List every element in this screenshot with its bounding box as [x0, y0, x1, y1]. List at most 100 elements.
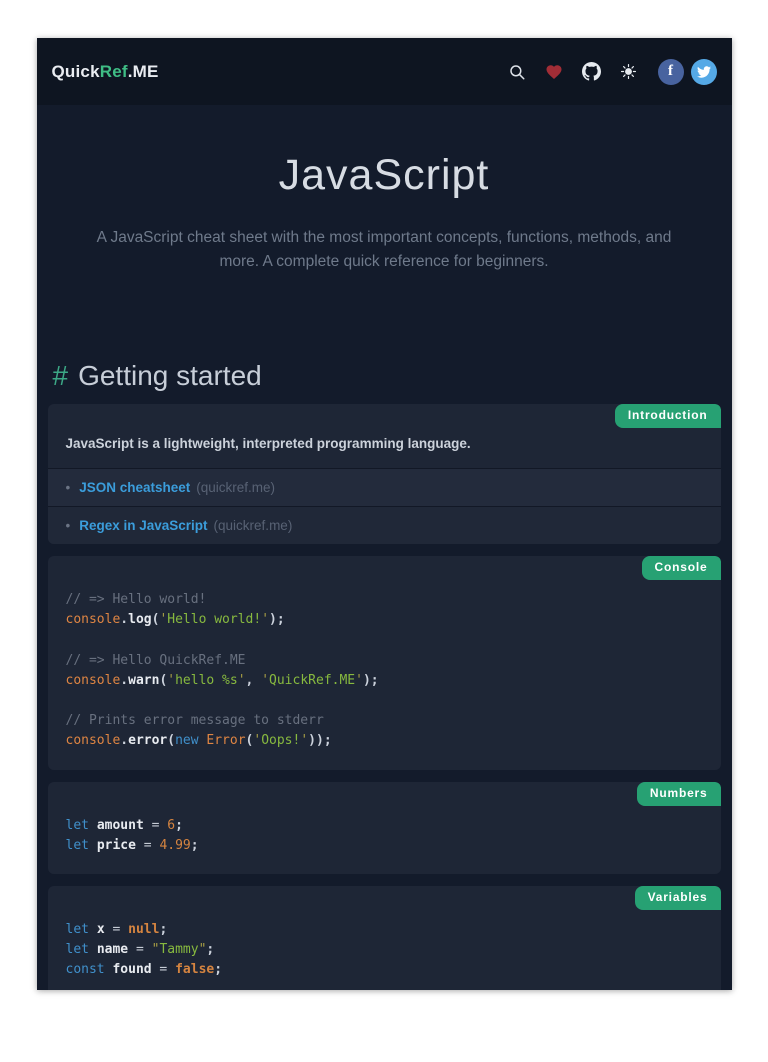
code-line — [66, 630, 703, 650]
nav-icon-group: f — [508, 59, 717, 85]
code-line: console.error(new Error('Oops!')); — [66, 731, 703, 751]
code-comment: // => Hello world! — [66, 592, 207, 607]
code-punctuation: )); — [308, 733, 331, 748]
code-block: let amount = 6;let price = 4.99; — [48, 782, 721, 874]
code-function: console — [66, 673, 121, 688]
quickref-page: QuickRef.ME — [37, 38, 732, 990]
code-line: let name = "Tammy"; — [66, 940, 703, 960]
code-number: 6 — [167, 818, 175, 833]
code-method: error — [128, 733, 167, 748]
code-operator: = — [144, 818, 167, 833]
code-quote: ' — [238, 673, 246, 688]
code-comment: // => Hello QuickRef.ME — [66, 653, 246, 668]
code-keyword: new — [175, 733, 198, 748]
code-keyword: const — [66, 962, 105, 977]
code-text — [89, 818, 97, 833]
code-function: console — [66, 733, 121, 748]
section-title-text: Getting started — [78, 360, 262, 391]
bullet-icon: • — [66, 518, 71, 533]
logo-part-ref: Ref — [100, 62, 128, 81]
code-line: let price = 4.99; — [66, 836, 703, 856]
code-line: // Prints error message to stderr — [66, 711, 703, 731]
code-block: // => Hello world! console.log('Hello wor… — [48, 556, 721, 770]
bullet-icon: • — [66, 480, 71, 495]
code-text — [89, 922, 97, 937]
card-variables: Variableslet x = null;let name = "Tammy"… — [48, 886, 721, 990]
code-string: QuickRef.ME — [269, 673, 355, 688]
brightness-icon[interactable] — [620, 63, 637, 80]
code-string: Tammy — [159, 942, 198, 957]
related-link-row[interactable]: • JSON cheatsheet (quickref.me) — [48, 468, 721, 506]
twitter-icon[interactable] — [691, 59, 717, 85]
code-text — [89, 838, 97, 853]
code-line: // => Hello world! — [66, 590, 703, 610]
code-operator: = — [136, 838, 159, 853]
code-operator: = — [128, 942, 151, 957]
hash-mark: # — [53, 360, 69, 391]
search-icon[interactable] — [508, 63, 526, 81]
code-keyword: let — [66, 818, 89, 833]
code-quote: ' — [261, 612, 269, 627]
related-link[interactable]: Regex in JavaScript — [79, 518, 207, 533]
code-string: hello %s — [175, 673, 238, 688]
code-block: let x = null;let name = "Tammy";const fo… — [48, 886, 721, 990]
code-punctuation: ); — [363, 673, 379, 688]
card-badge[interactable]: Numbers — [637, 782, 721, 806]
hero-section: JavaScript A JavaScript cheat sheet with… — [37, 105, 732, 360]
logo-part-me: .ME — [128, 62, 159, 81]
code-punctuation: ; — [214, 962, 222, 977]
code-punctuation: ; — [191, 838, 199, 853]
code-punctuation: ; — [206, 942, 214, 957]
code-keyword: let — [66, 922, 89, 937]
code-line: let amount = 6; — [66, 816, 703, 836]
code-punctuation: ); — [269, 612, 285, 627]
code-operator: = — [152, 962, 175, 977]
code-keyword: let — [66, 838, 89, 853]
related-link-row[interactable]: •Regex in JavaScript(quickref.me) — [48, 506, 721, 544]
cards: IntroductionJavaScript is a lightweight,… — [48, 404, 721, 990]
code-line: // => Hello QuickRef.ME — [66, 651, 703, 671]
code-punctuation: . — [120, 733, 128, 748]
code-punctuation: ; — [159, 922, 167, 937]
code-comment: // Prints error message to stderr — [66, 713, 324, 728]
section-heading: # Getting started — [53, 360, 721, 392]
code-variable: found — [112, 962, 151, 977]
heart-icon[interactable] — [545, 63, 563, 81]
code-variable: x — [97, 922, 105, 937]
facebook-icon[interactable]: f — [658, 59, 684, 85]
code-method: log — [128, 612, 151, 627]
card-numbers: Numberslet amount = 6;let price = 4.99; — [48, 782, 721, 874]
code-quote: ' — [167, 673, 175, 688]
code-punctuation: ; — [175, 818, 183, 833]
card-console: Console // => Hello world! console.log('He… — [48, 556, 721, 770]
code-punctuation: . — [120, 612, 128, 627]
card-badge[interactable]: Variables — [635, 886, 721, 910]
code-line: const found = false; — [66, 960, 703, 980]
main-content: # Getting started IntroductionJavaScript … — [37, 360, 732, 990]
code-line: let x = null; — [66, 920, 703, 940]
code-text — [89, 942, 97, 957]
code-function: console — [66, 612, 121, 627]
code-function: Error — [206, 733, 245, 748]
code-line: console.warn('hello %s', 'QuickRef.ME'); — [66, 671, 703, 691]
code-literal: false — [175, 962, 214, 977]
code-keyword: let — [66, 942, 89, 957]
code-string: Oops! — [261, 733, 300, 748]
card-badge[interactable]: Introduction — [615, 404, 721, 428]
code-number: 4.99 — [159, 838, 190, 853]
code-punctuation: . — [120, 673, 128, 688]
card-badge[interactable]: Console — [642, 556, 721, 580]
code-operator: = — [105, 922, 128, 937]
code-quote: ' — [300, 733, 308, 748]
code-punctuation: , — [246, 673, 262, 688]
github-icon[interactable] — [582, 62, 601, 81]
code-line: console.log('Hello world!'); — [66, 610, 703, 630]
code-quote: ' — [355, 673, 363, 688]
header-nav: QuickRef.ME — [37, 38, 732, 105]
link-source: (quickref.me) — [196, 480, 275, 495]
logo[interactable]: QuickRef.ME — [52, 62, 159, 82]
page-subtitle: A JavaScript cheat sheet with the most i… — [77, 226, 692, 274]
code-variable: price — [97, 838, 136, 853]
code-literal: null — [128, 922, 159, 937]
related-link[interactable]: JSON cheatsheet — [79, 480, 190, 495]
